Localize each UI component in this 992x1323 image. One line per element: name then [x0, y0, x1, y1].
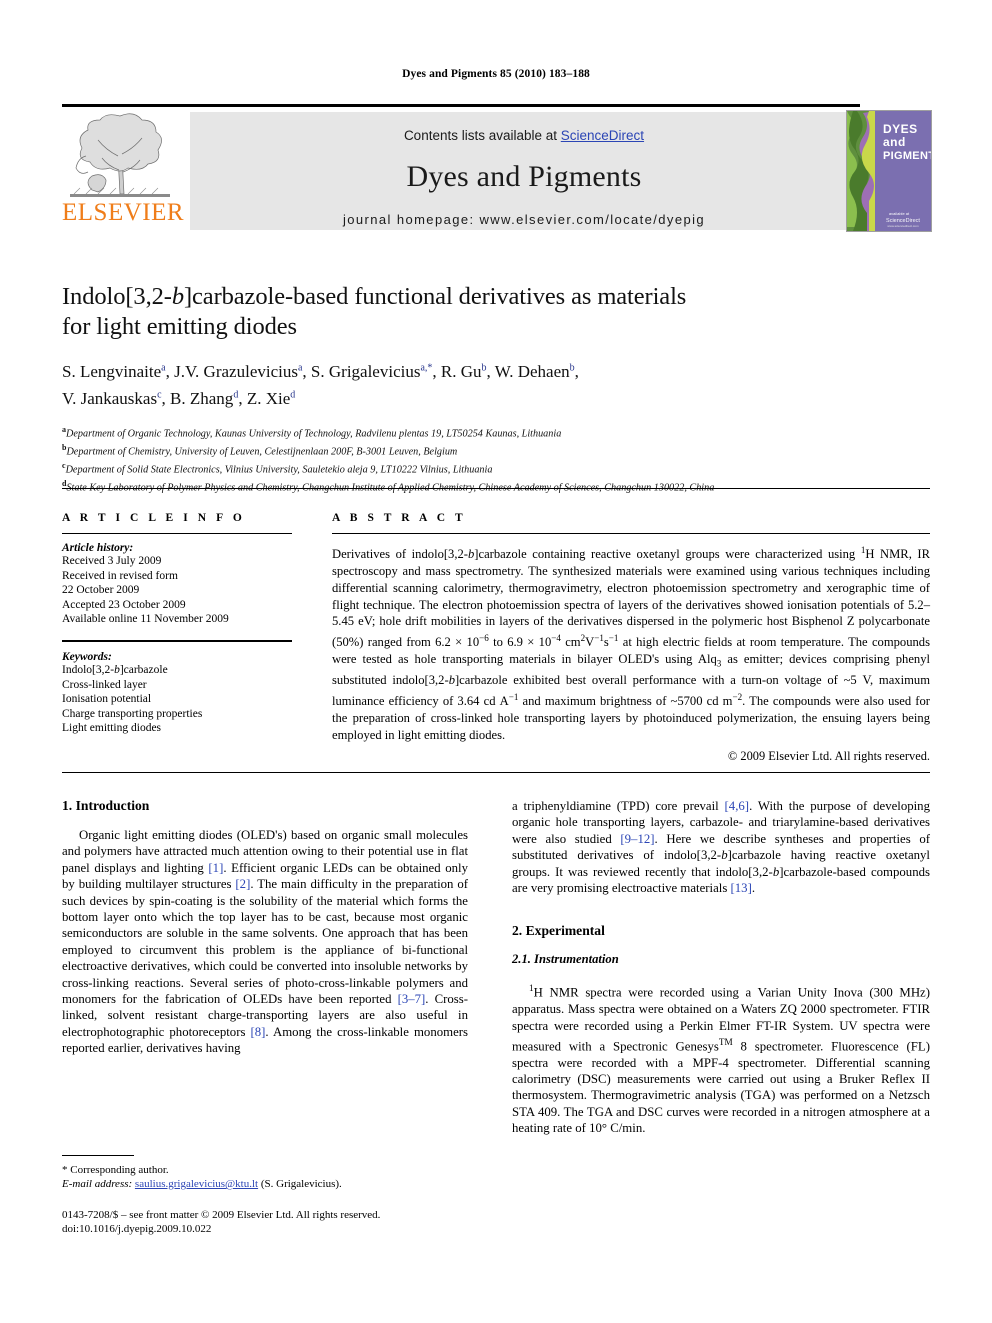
affiliation-item: bDepartment of Chemistry, University of … — [62, 441, 930, 459]
email-link[interactable]: saulius.grigalevicius@ktu.lt — [135, 1178, 258, 1190]
divider-below-abstract — [62, 772, 930, 773]
imprint-line-2: doi:10.1016/j.dyepig.2009.10.022 — [62, 1222, 212, 1235]
contents-line: Contents lists available at ScienceDirec… — [190, 128, 858, 143]
journal-cover-thumbnail[interactable]: DYES and PIGMENTS available at ScienceDi… — [846, 110, 932, 232]
affiliation-item: cDepartment of Solid State Electronics, … — [62, 459, 930, 477]
citation-2[interactable]: [2] — [235, 877, 250, 891]
article-info-section: A R T I C L E I N F O Article history: R… — [62, 512, 292, 736]
abstract-rule — [332, 533, 930, 534]
intro-paragraph-right: a triphenyldiamine (TPD) core prevail [4… — [512, 799, 930, 896]
article-history-item: Received in revised form — [62, 569, 178, 582]
cover-artwork: DYES and PIGMENTS available at ScienceDi… — [847, 111, 931, 231]
article-history-item: Available online 11 November 2009 — [62, 613, 229, 626]
abstract-heading: A B S T R A C T — [332, 512, 467, 524]
elsevier-tree-icon — [70, 113, 170, 197]
affiliation-text: Department of Solid State Electronics, V… — [65, 464, 493, 476]
journal-masthead: ELSEVIER Contents lists available at Sci… — [62, 104, 932, 232]
sciencedirect-link[interactable]: ScienceDirect — [561, 128, 644, 143]
article-history-item: Received 3 July 2009 — [62, 555, 162, 567]
affiliation-item: dState Key Laboratory of Polymer Physics… — [62, 477, 930, 495]
citation-1[interactable]: [1] — [208, 861, 223, 875]
svg-text:available at: available at — [889, 211, 910, 216]
svg-text:DYES: DYES — [883, 122, 918, 136]
citation-9-12[interactable]: [9–12] — [620, 832, 654, 846]
journal-title: Dyes and Pigments — [406, 160, 642, 193]
affiliation-list: aDepartment of Organic Technology, Kauna… — [62, 423, 930, 495]
title-block: Indolo[3,2-b]carbazole-based functional … — [62, 282, 930, 495]
article-history-item: Accepted 23 October 2009 — [62, 598, 186, 611]
article-history-label: Article history: — [62, 542, 134, 554]
article-info-heading: A R T I C L E I N F O — [62, 512, 246, 524]
citation-3-7[interactable]: [3–7] — [398, 992, 426, 1006]
body-column-left: 1. Introduction Organic light emitting d… — [62, 798, 468, 1067]
affiliation-text: Department of Organic Technology, Kaunas… — [66, 428, 562, 440]
citation-4-6[interactable]: [4,6] — [725, 799, 750, 813]
keywords-rule — [62, 639, 292, 642]
instrumentation-paragraph: 1H NMR spectra were recorded using a Var… — [512, 983, 930, 1136]
elsevier-wordmark: ELSEVIER — [62, 199, 185, 226]
svg-text:PIGMENTS: PIGMENTS — [883, 150, 931, 162]
contents-prefix: Contents lists available at — [403, 128, 561, 143]
intro-paragraph-left: Organic light emitting diodes (OLED's) b… — [62, 828, 468, 1056]
citation-8[interactable]: [8] — [251, 1025, 266, 1039]
article-page: Dyes and Pigments 85 (2010) 183–188 ELSE… — [0, 0, 992, 1323]
keyword-item: Cross-linked layer — [62, 678, 147, 691]
running-head: Dyes and Pigments 85 (2010) 183–188 — [402, 68, 590, 80]
subsection-heading-instrumentation: 2.1. Instrumentation — [512, 952, 619, 967]
journal-homepage[interactable]: journal homepage: www.elsevier.com/locat… — [190, 212, 858, 227]
email-owner: (S. Grigalevicius). — [260, 1178, 342, 1190]
section-heading-introduction: 1. Introduction — [62, 798, 150, 813]
svg-text:www.sciencedirect.com: www.sciencedirect.com — [887, 224, 919, 228]
elsevier-logo[interactable]: ELSEVIER — [62, 110, 185, 230]
corresponding-author-note: * Corresponding author. — [62, 1164, 169, 1176]
email-label: E-mail address: — [62, 1178, 133, 1190]
affiliation-text: Department of Chemistry, University of L… — [66, 446, 458, 458]
title-line-1: Indolo[3,2-b]carbazole-based functional … — [62, 283, 687, 310]
footnote-rule — [62, 1155, 134, 1156]
keyword-item: Ionisation potential — [62, 693, 152, 706]
keywords-label: Keywords: — [62, 650, 112, 663]
imprint-block: 0143-7208/$ – see front matter © 2009 El… — [62, 1209, 562, 1236]
article-history-item: 22 October 2009 — [62, 584, 140, 597]
keyword-item: Charge transporting properties — [62, 707, 203, 720]
abstract-copyright: © 2009 Elsevier Ltd. All rights reserved… — [727, 748, 930, 763]
affiliation-item: aDepartment of Organic Technology, Kauna… — [62, 423, 930, 441]
author-line-1: S. Lengvinaitea, J.V. Grazuleviciusa, S.… — [62, 361, 579, 381]
svg-text:and: and — [883, 135, 906, 149]
corresponding-author-footnote: * Corresponding author. E-mail address: … — [62, 1155, 468, 1191]
keyword-item: Light emitting diodes — [62, 722, 162, 735]
abstract-text: Derivatives of indolo[3,2-b]carbazole co… — [332, 545, 931, 743]
abstract-section: A B S T R A C T Derivatives of indolo[3,… — [332, 512, 930, 764]
divider-above-info — [62, 488, 930, 489]
article-info-rule — [62, 533, 292, 534]
title-line-2: for light emitting diodes — [62, 313, 297, 340]
author-line-2: V. Jankauskasc, B. Zhangd, Z. Xied — [62, 389, 296, 409]
page-title: Indolo[3,2-b]carbazole-based functional … — [62, 282, 930, 342]
body-column-right: a triphenyldiamine (TPD) core prevail [4… — [512, 798, 930, 1147]
author-list: S. Lengvinaitea, J.V. Grazuleviciusa, S.… — [62, 356, 930, 411]
masthead-top-rule — [62, 104, 860, 107]
imprint-line-1: 0143-7208/$ – see front matter © 2009 El… — [62, 1209, 381, 1221]
citation-13[interactable]: [13] — [731, 881, 752, 895]
section-heading-experimental: 2. Experimental — [512, 923, 605, 939]
keyword-item: Indolo[3,2-b]carbazole — [62, 663, 168, 676]
email-note: E-mail address: saulius.grigalevicius@kt… — [62, 1177, 468, 1191]
sciencedirect-band: Contents lists available at ScienceDirec… — [190, 112, 858, 230]
